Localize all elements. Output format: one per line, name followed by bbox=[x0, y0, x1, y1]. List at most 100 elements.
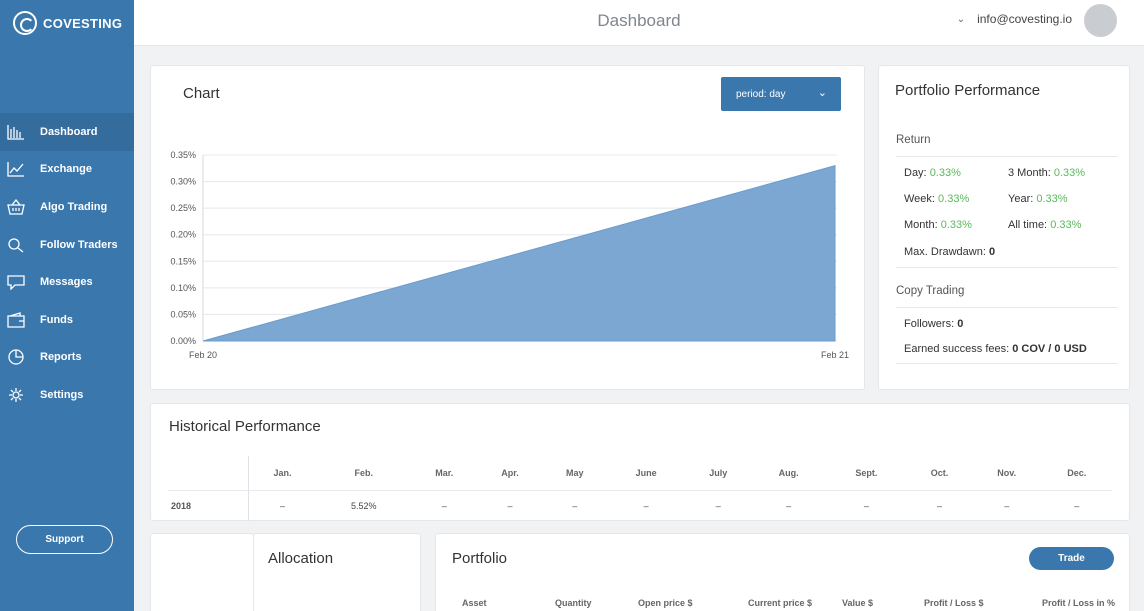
portfolio-title: Portfolio bbox=[452, 550, 508, 567]
table-cell: – bbox=[971, 489, 1042, 521]
stat-label: Month: bbox=[904, 219, 938, 231]
table-cell: – bbox=[825, 489, 908, 521]
sidebar-item-label: Reports bbox=[40, 351, 82, 364]
chevron-down-icon[interactable]: ⌄ bbox=[957, 14, 965, 25]
sidebar-item-label: Exchange bbox=[40, 163, 92, 176]
portfolio-card: Portfolio Trade Asset Quantity Open pric… bbox=[435, 533, 1130, 611]
sidebar: COVESTING Dashboard Exchange Algo Tradin… bbox=[0, 0, 134, 611]
column-header: Apr. bbox=[501, 467, 519, 478]
area-series bbox=[202, 164, 836, 342]
column-header: Mar. bbox=[435, 467, 454, 478]
stat-followers: Followers: 0 bbox=[904, 318, 963, 330]
stat-value: 0.33% bbox=[1050, 219, 1082, 231]
chart-card: Chart period: day ⌄ 0.35% 0.30% 0.25% 0.20%… bbox=[150, 65, 865, 390]
line-chart-icon bbox=[6, 160, 26, 178]
x-tick-label: Feb 21 bbox=[821, 350, 849, 360]
historical-title: Historical Performance bbox=[169, 418, 321, 435]
stat-max-drawdown: Max. Drawdawn: 0 bbox=[904, 246, 995, 258]
column-header-open-price[interactable]: Open price $ bbox=[638, 598, 693, 608]
y-tick-label: 0.30% bbox=[170, 177, 196, 187]
historical-performance-card: Historical Performance Jan. Feb. Mar. Ap… bbox=[150, 403, 1130, 521]
sidebar-item-messages[interactable]: Messages bbox=[0, 263, 134, 301]
logo[interactable]: COVESTING bbox=[13, 11, 122, 35]
support-button[interactable]: Support bbox=[16, 525, 113, 554]
column-header bbox=[168, 456, 249, 490]
sidebar-nav: Dashboard Exchange Algo Trading Follow T… bbox=[0, 113, 134, 414]
column-header-profit-loss-pct[interactable]: Profit / Loss in % bbox=[1042, 598, 1115, 608]
sidebar-item-settings[interactable]: Settings bbox=[0, 376, 134, 414]
divider bbox=[896, 307, 1118, 308]
y-tick-label: 0.35% bbox=[170, 150, 196, 160]
table-cell: – bbox=[248, 489, 317, 521]
table-cell: – bbox=[907, 489, 972, 521]
stat-success-fees: Earned success fees: 0 COV / 0 USD bbox=[904, 343, 1087, 355]
x-tick-label: Feb 20 bbox=[189, 350, 217, 360]
y-tick-label: 0.05% bbox=[170, 309, 196, 319]
sidebar-item-dashboard[interactable]: Dashboard bbox=[0, 113, 134, 151]
column-header-profit-loss[interactable]: Profit / Loss $ bbox=[924, 598, 984, 608]
column-header: June bbox=[635, 467, 657, 478]
stat-label: All time: bbox=[1008, 219, 1048, 231]
stat-all-time: All time: 0.33% bbox=[1008, 219, 1081, 231]
y-tick-label: 0.25% bbox=[170, 203, 196, 213]
user-email[interactable]: info@covesting.io bbox=[977, 12, 1072, 26]
user-menu[interactable]: ⌄ info@covesting.io bbox=[957, 12, 1072, 26]
allocation-chart-panel bbox=[150, 533, 254, 611]
sidebar-item-label: Algo Trading bbox=[40, 200, 108, 213]
sidebar-item-label: Dashboard bbox=[40, 125, 98, 138]
basket-icon bbox=[6, 198, 26, 216]
pie-chart-icon bbox=[6, 348, 26, 366]
divider bbox=[896, 267, 1118, 268]
stat-3-month: 3 Month: 0.33% bbox=[1008, 167, 1085, 179]
column-header: May bbox=[566, 467, 584, 478]
table-header-row: Jan. Feb. Mar. Apr. May June July Aug. S… bbox=[168, 456, 1112, 490]
stat-month: Month: 0.33% bbox=[904, 219, 972, 231]
brand-name: COVESTING bbox=[43, 15, 123, 31]
chat-icon bbox=[6, 273, 26, 291]
trade-button[interactable]: Trade bbox=[1029, 547, 1114, 570]
sidebar-item-algo-trading[interactable]: Algo Trading bbox=[0, 188, 134, 226]
stat-label: Earned success fees: bbox=[904, 343, 1010, 355]
column-header-quantity[interactable]: Quantity bbox=[555, 598, 592, 608]
stat-label: 3 Month: bbox=[1008, 167, 1051, 179]
column-header-current-price[interactable]: Current price $ bbox=[748, 598, 812, 608]
sidebar-item-label: Funds bbox=[40, 313, 73, 326]
stat-label: Followers: bbox=[904, 318, 955, 330]
stat-value: 0.33% bbox=[929, 167, 961, 179]
sidebar-item-exchange[interactable]: Exchange bbox=[0, 151, 134, 189]
y-tick-label: 0.20% bbox=[170, 230, 196, 240]
y-tick-label: 0.15% bbox=[170, 256, 196, 266]
table-row: 2018 – 5.52% – – – – – – – – – – bbox=[168, 489, 1112, 521]
column-header: Nov. bbox=[997, 467, 1017, 478]
historical-table: Jan. Feb. Mar. Apr. May June July Aug. S… bbox=[168, 456, 1112, 521]
gear-icon bbox=[6, 386, 26, 404]
y-tick-label: 0.00% bbox=[170, 336, 196, 346]
table-cell: – bbox=[477, 489, 543, 521]
stat-year: Year: 0.33% bbox=[1008, 193, 1068, 205]
column-header: Oct. bbox=[930, 467, 949, 478]
column-header-value[interactable]: Value $ bbox=[842, 598, 873, 608]
sidebar-item-label: Messages bbox=[40, 276, 93, 289]
column-header: Sept. bbox=[855, 467, 878, 478]
stat-value: 0 COV / 0 USD bbox=[1012, 343, 1087, 355]
year-cell: 2018 bbox=[168, 489, 249, 521]
column-header: Jan. bbox=[273, 467, 292, 478]
sidebar-item-reports[interactable]: Reports bbox=[0, 339, 134, 377]
sidebar-item-label: Follow Traders bbox=[40, 238, 118, 251]
table-cell: 5.52% bbox=[316, 489, 411, 521]
column-header: Feb. bbox=[354, 467, 373, 478]
top-bar: Dashboard ⌄ info@covesting.io bbox=[134, 0, 1144, 46]
copy-trading-heading: Copy Trading bbox=[896, 285, 965, 297]
table-cell: – bbox=[607, 489, 685, 521]
stat-value: 0.33% bbox=[938, 193, 970, 205]
column-header-asset[interactable]: Asset bbox=[462, 598, 487, 608]
stat-day: Day: 0.33% bbox=[904, 167, 961, 179]
sidebar-item-funds[interactable]: Funds bbox=[0, 301, 134, 339]
avatar[interactable] bbox=[1084, 4, 1117, 37]
stat-value: 0 bbox=[988, 246, 996, 258]
table-cell: – bbox=[751, 489, 826, 521]
sidebar-item-follow-traders[interactable]: Follow Traders bbox=[0, 226, 134, 264]
wallet-icon bbox=[6, 311, 26, 329]
allocation-card: Allocation bbox=[253, 533, 421, 611]
sidebar-item-label: Settings bbox=[40, 388, 84, 401]
